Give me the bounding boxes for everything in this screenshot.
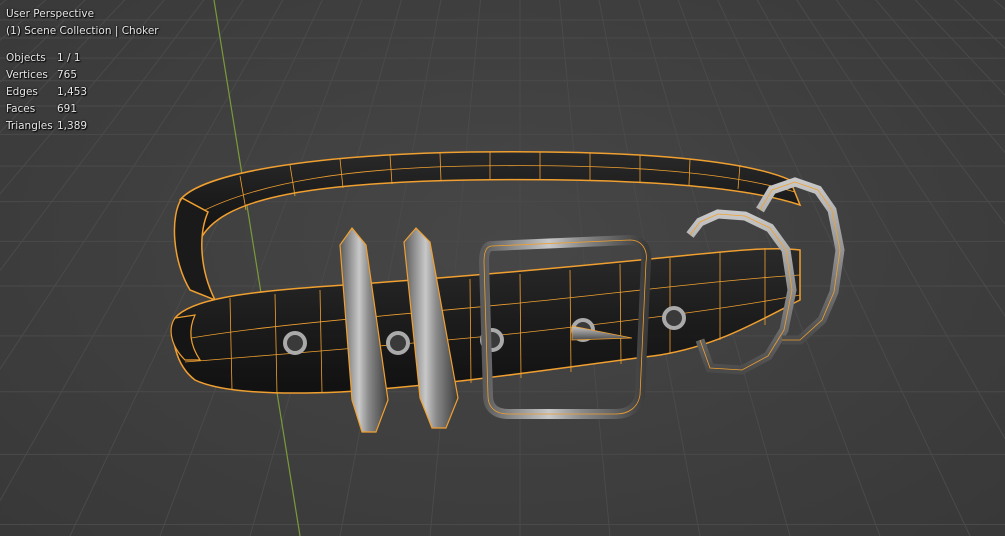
scene-canvas[interactable]: [0, 0, 1005, 536]
floor-grid: [0, 0, 1005, 536]
3d-viewport[interactable]: User Perspective (1) Scene Collection | …: [0, 0, 1005, 536]
choker-object[interactable]: [170, 150, 845, 433]
